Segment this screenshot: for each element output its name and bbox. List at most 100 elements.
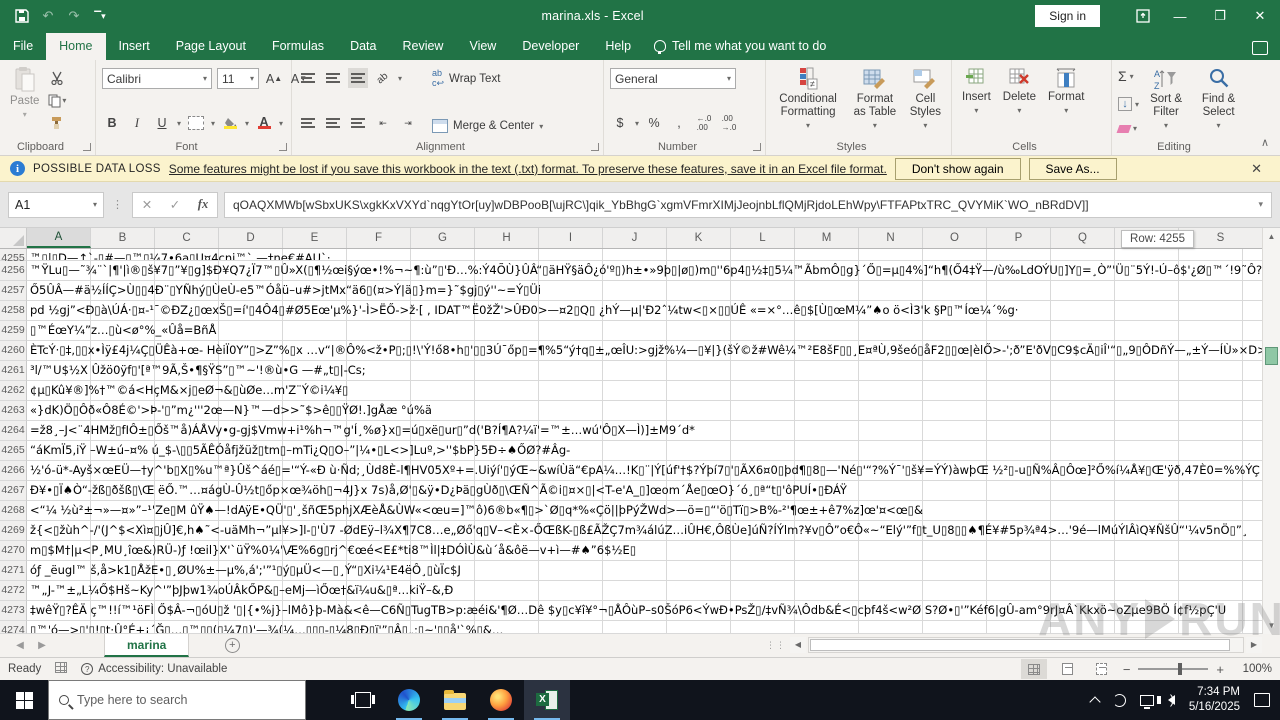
row-content[interactable]: ▯™'ó—>▯'▯!▯t·Û°É+¡´Ğ▯…▯™▯▯(▯¼7▯)'—¾(¼…▯▯… [27, 621, 1262, 634]
horizontal-scrollbar[interactable]: ⋮⋮ ◀ ▶ [766, 637, 1262, 653]
row-content[interactable]: Đ¥•▯Ï♠Ò“-žß▯ðšß▯\Œ ëŐ.™…¤ágÙ-Û½t▯őp×œ¾öh… [27, 481, 1262, 501]
hscroll-left-icon[interactable]: ◀ [790, 637, 806, 653]
row-number[interactable]: 4255 [0, 249, 27, 264]
column-header-N[interactable]: N [859, 228, 923, 248]
find-select-button[interactable]: Find & Select ▾ [1191, 64, 1246, 137]
start-button[interactable] [0, 680, 48, 720]
orientation-icon[interactable]: ab [373, 68, 393, 88]
redo-icon[interactable]: ↷ [66, 8, 82, 24]
scroll-down-icon[interactable]: ▼ [1263, 617, 1280, 634]
row-content[interactable]: ž{<▯žùh^-/'(J^$<Xì¤▯jÛ]€,h♠˜<-uäMh¬”µl¥>… [27, 521, 1262, 541]
column-header-L[interactable]: L [731, 228, 795, 248]
tab-formulas[interactable]: Formulas [259, 33, 337, 60]
next-sheet-icon[interactable]: ▶ [30, 634, 54, 657]
format-cells-button[interactable]: Format ▾ [1042, 64, 1090, 137]
row-content[interactable]: ™ŸLu▯—˜¾¨`|¶'|ì®▯š¥7▯”¥▯g]$Đ¥Q7¿Ï7™▯Û»X(… [27, 261, 1262, 281]
row-number[interactable]: 4266 [0, 461, 27, 481]
comments-icon[interactable] [1252, 41, 1268, 55]
tab-insert[interactable]: Insert [106, 33, 163, 60]
row-content[interactable]: «}dK)Ö▯Ôð«Ô8É©'>Þ-'▯”m¿'''2œ—N}™—d>>˜$>ê… [27, 401, 1262, 421]
format-as-table-button[interactable]: Format as Table ▾ [846, 64, 904, 137]
zoom-in-icon[interactable]: + [1216, 662, 1224, 677]
fill-button[interactable]: ↓ ▾ [1118, 97, 1139, 111]
conditional-formatting-button[interactable]: ≠ Conditional Formatting ▾ [770, 64, 846, 137]
taskbar-excel[interactable]: X [524, 680, 570, 720]
taskbar-firefox[interactable] [478, 680, 524, 720]
close-button[interactable]: ✕ [1240, 1, 1280, 31]
alignment-dialog-launcher-icon[interactable] [591, 143, 599, 151]
taskbar-search-input[interactable]: Type here to search [48, 680, 306, 720]
save-icon[interactable] [14, 8, 30, 24]
name-box[interactable]: A1 ▾ [8, 191, 104, 218]
sign-in-button[interactable]: Sign in [1035, 5, 1100, 27]
zoom-slider[interactable] [1138, 663, 1209, 675]
row-number[interactable]: 4261 [0, 361, 27, 381]
customize-qat-icon[interactable]: ▔▾ [92, 8, 108, 24]
clear-button[interactable]: ▾ [1116, 124, 1139, 133]
row-number[interactable]: 4273 [0, 601, 27, 621]
row-content[interactable]: <“¼ ½ù²±¬»—¤»”–¹'Ze▯M ûŸ♠—!dAÿE•QÜ'▯'¸šñ… [27, 501, 1262, 521]
number-format-select[interactable]: General ▾ [610, 68, 736, 89]
align-left-icon[interactable] [298, 113, 318, 133]
cut-icon[interactable] [47, 68, 67, 88]
row-number[interactable]: 4264 [0, 421, 27, 441]
row-number[interactable]: 4274 [0, 621, 27, 634]
hscroll-right-icon[interactable]: ▶ [1246, 637, 1262, 653]
column-header-D[interactable]: D [219, 228, 283, 248]
zoom-out-icon[interactable]: − [1123, 662, 1131, 677]
cell-styles-button[interactable]: Cell Styles ▾ [904, 64, 947, 137]
row-content[interactable]: Ő5ÛÂ—#ä½ÍÍÇ>Ù▯▯4Đ¨▯YÑhý▯ÙeÙ-e5™Óåü–u#>jt… [27, 281, 1262, 301]
volume-icon[interactable] [1156, 692, 1175, 707]
taskbar-clock[interactable]: 7:34 PM 5/16/2025 [1189, 685, 1240, 715]
row-content[interactable]: =ž8¸–J<¨4HMž▯fIÔ±▯Őš™å)ÁÅVy•g-gj$Vmw+i¹%… [27, 421, 1262, 441]
row-number[interactable]: 4258 [0, 301, 27, 321]
taskbar-edge[interactable] [386, 680, 432, 720]
decrease-indent-icon[interactable]: ⇤ [373, 113, 393, 133]
font-name-select[interactable]: Calibri ▾ [102, 68, 212, 89]
enter-icon[interactable]: ✓ [161, 197, 189, 212]
align-center-icon[interactable] [323, 113, 343, 133]
copy-icon[interactable]: ▾ [47, 91, 67, 111]
column-header-M[interactable]: M [795, 228, 859, 248]
row-content[interactable]: ³l/™U$½X Ûžö0ÿf▯'[ª™9Ã,Š•¶§ŸS”▯™~'!®ù•G … [27, 361, 1262, 381]
row-number[interactable]: 4271 [0, 561, 27, 581]
row-content[interactable]: ▯™ÉœY¼”z…▯ù<ø°%_«Ûå=BñÅ [27, 321, 1262, 341]
increase-decimal-icon[interactable]: ←.0.00 [694, 113, 714, 133]
column-header-K[interactable]: K [667, 228, 731, 248]
align-right-icon[interactable] [348, 113, 368, 133]
paste-button[interactable]: Paste ▾ [4, 64, 45, 137]
column-header-I[interactable]: I [539, 228, 603, 248]
align-bottom-icon[interactable] [348, 68, 368, 88]
row-content[interactable]: pd ½gj”<Đ▯à\ÚÁ·▯¤-¹¯©ĐZ¿▯œxŠ▯=í'▯4Ô4▯#Ø5… [27, 301, 1262, 321]
dont-show-again-button[interactable]: Don't show again [894, 157, 1021, 180]
collapse-ribbon-button[interactable]: ∧ [1250, 60, 1280, 155]
row-number[interactable]: 4269 [0, 521, 27, 541]
column-header-P[interactable]: P [987, 228, 1051, 248]
horizontal-scroll-thumb[interactable] [810, 639, 1230, 651]
sheet-tab-marina[interactable]: marina [104, 634, 190, 657]
tab-review[interactable]: Review [389, 33, 456, 60]
format-painter-icon[interactable] [47, 113, 67, 133]
font-size-select[interactable]: 11 ▾ [217, 68, 259, 89]
wrap-text-button[interactable]: ab c↩ Wrap Text [432, 68, 597, 89]
vertical-scrollbar[interactable]: ▲ ▼ [1262, 228, 1280, 634]
tab-help[interactable]: Help [592, 33, 644, 60]
scroll-up-icon[interactable]: ▲ [1263, 228, 1280, 245]
row-number[interactable]: 4257 [0, 281, 27, 301]
accessibility-status[interactable]: ? Accessibility: Unavailable [81, 663, 227, 675]
normal-view-button[interactable] [1020, 659, 1047, 679]
bold-button[interactable]: B [102, 113, 122, 133]
formula-input[interactable]: qOAQXMWb[wSbxUKS\xgkKxVXYd`nqgYtOr[uy]wD… [224, 191, 1272, 218]
percent-style-icon[interactable]: % [644, 113, 664, 133]
autosum-button[interactable]: Σ ▾ [1118, 68, 1139, 84]
align-middle-icon[interactable] [323, 68, 343, 88]
row-number[interactable]: 4262 [0, 381, 27, 401]
clipboard-dialog-launcher-icon[interactable] [83, 143, 91, 151]
page-break-view-button[interactable] [1089, 659, 1115, 679]
row-number[interactable]: 4260 [0, 341, 27, 361]
ribbon-display-options-icon[interactable] [1126, 1, 1160, 31]
column-header-Q[interactable]: Q [1051, 228, 1115, 248]
column-header-E[interactable]: E [283, 228, 347, 248]
column-header-O[interactable]: O [923, 228, 987, 248]
row-number[interactable]: 4267 [0, 481, 27, 501]
